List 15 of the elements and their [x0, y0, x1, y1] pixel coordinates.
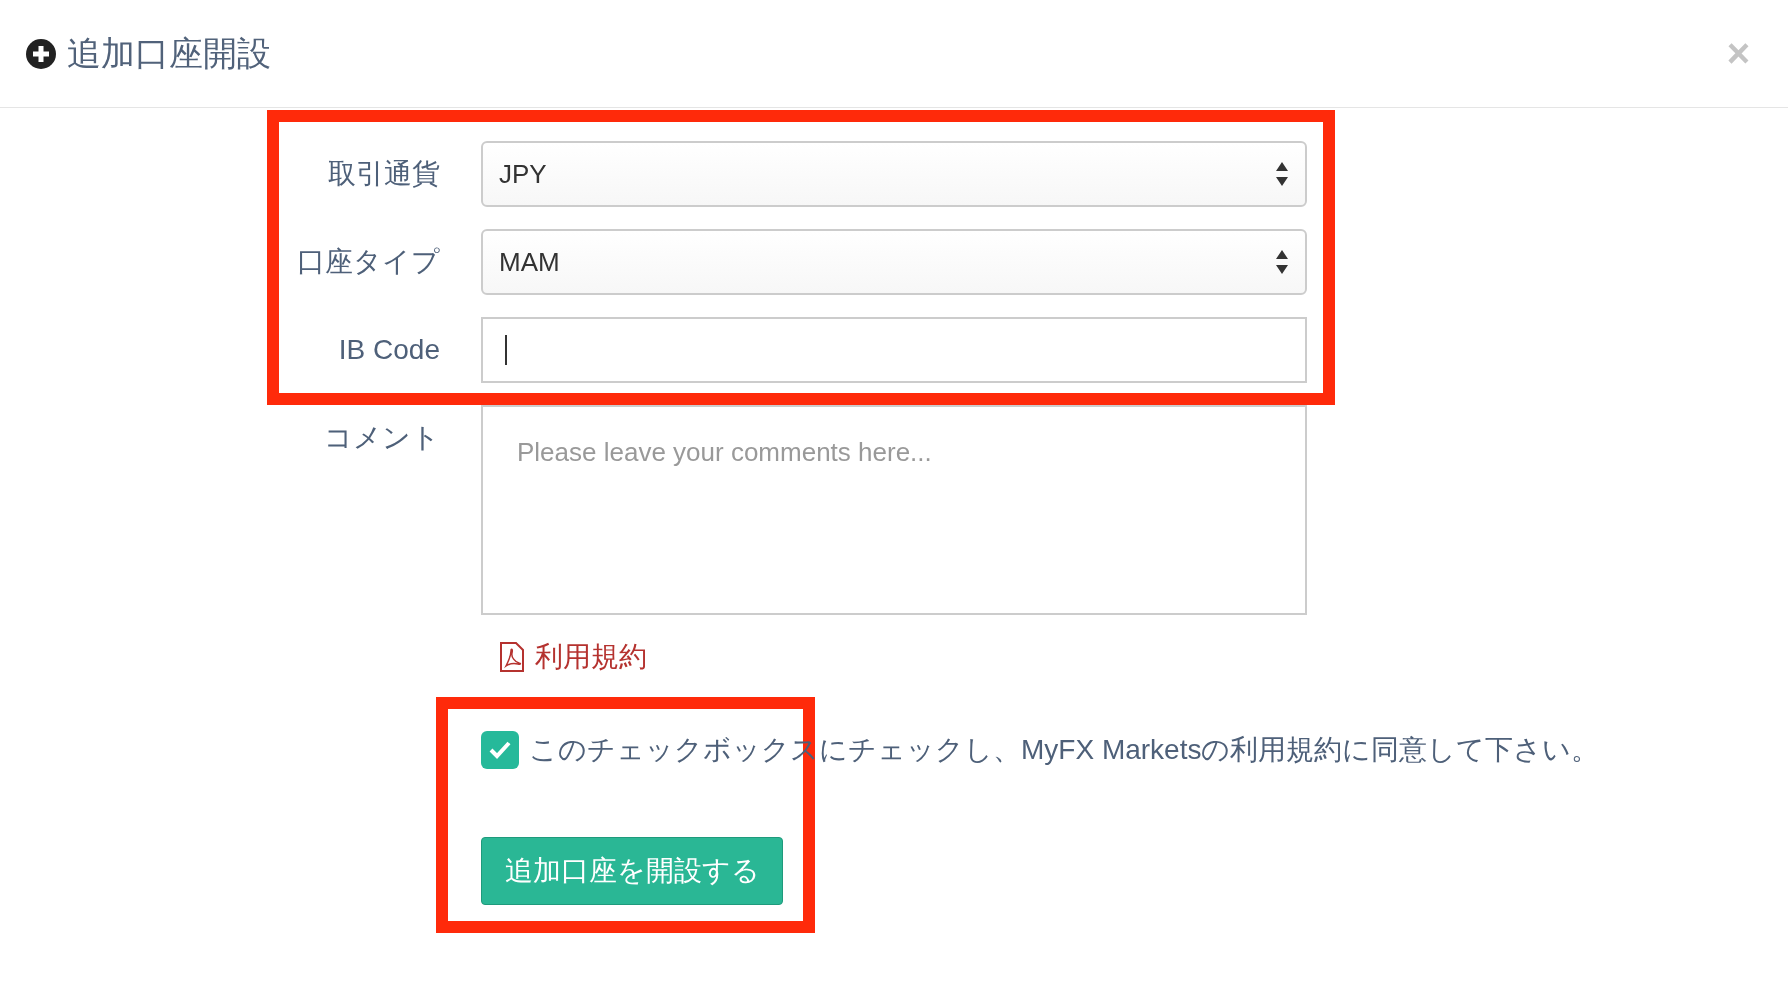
- check-icon: [488, 740, 512, 760]
- terms-link[interactable]: 利用規約: [499, 637, 647, 677]
- dialog-title: 追加口座開設: [67, 32, 272, 74]
- add-circle-icon: [25, 37, 57, 70]
- field-label: 取引通貨: [327, 157, 440, 191]
- field-label: コメント: [323, 421, 440, 455]
- checkbox[interactable]: [481, 731, 519, 769]
- up-down-arrows-icon: [1275, 249, 1289, 275]
- up-down-arrows-icon: [1275, 161, 1289, 187]
- input-field[interactable]: [481, 317, 1307, 383]
- field-label: 口座タイプ: [296, 245, 440, 279]
- dropdown[interactable]: JPY: [481, 141, 1307, 207]
- field-label: IB Code: [337, 333, 440, 367]
- pdf-file-icon: [499, 642, 525, 672]
- dropdown[interactable]: MAM: [481, 229, 1307, 295]
